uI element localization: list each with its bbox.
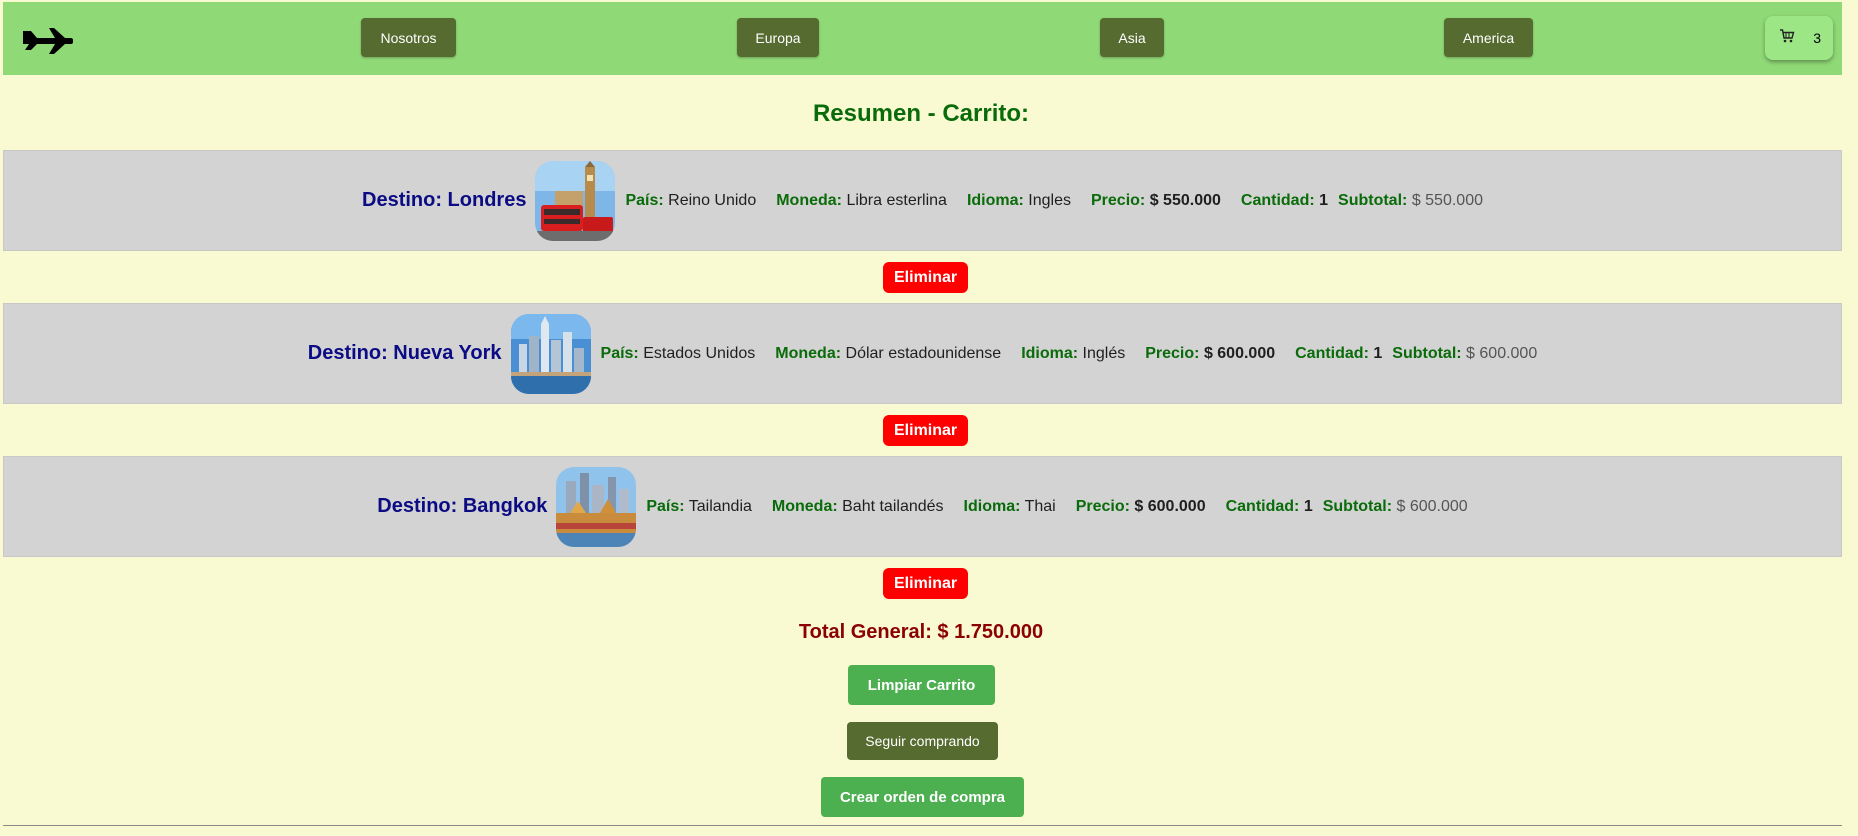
delete-item-button[interactable]: Eliminar: [883, 568, 969, 599]
nav-america-button[interactable]: America: [1444, 18, 1533, 57]
cart-item-row: Destino: Nueva York País: Estados Unidos…: [3, 303, 1842, 404]
destination-name: Destino: Londres: [362, 189, 527, 211]
navbar: Nosotros Europa Asia America 3: [3, 2, 1842, 75]
nav-asia-button[interactable]: Asia: [1100, 18, 1164, 57]
delete-item-button[interactable]: Eliminar: [883, 415, 969, 446]
field-moneda: Moneda: Dólar estadounidense: [775, 344, 1002, 362]
field-cantidad: Cantidad: 1: [1225, 497, 1313, 515]
field-precio: Precio: $ 550.000: [1091, 191, 1221, 209]
destination-image: [556, 466, 637, 547]
destination-name: Destino: Nueva York: [307, 342, 502, 364]
field-subtotal: Subtotal: $ 600.000: [1392, 344, 1538, 362]
nav-europa-button[interactable]: Europa: [737, 18, 819, 57]
destination-image: [535, 160, 616, 241]
page-title: Resumen - Carrito:: [812, 100, 1030, 127]
cart-button[interactable]: 3: [1765, 16, 1833, 60]
delete-item-button[interactable]: Eliminar: [883, 262, 969, 293]
continue-shopping-button[interactable]: Seguir comprando: [847, 722, 998, 760]
divider: [3, 825, 1842, 826]
nav-nosotros-button[interactable]: Nosotros: [361, 18, 456, 57]
field-pais: País: Tailandia: [646, 497, 752, 515]
cart-icon: [1779, 28, 1795, 48]
airplane-icon[interactable]: [21, 20, 74, 56]
field-cantidad: Cantidad: 1: [1295, 344, 1383, 362]
cart-item-row: Destino: Bangkok País: Tailandia Moneda:…: [3, 456, 1842, 557]
field-moneda: Moneda: Libra esterlina: [776, 191, 947, 209]
destination-image: [510, 313, 591, 394]
create-order-button[interactable]: Crear orden de compra: [821, 777, 1024, 817]
field-pais: País: Estados Unidos: [600, 344, 756, 362]
total-general: Total General: $ 1.750.000: [798, 621, 1044, 643]
destination-name: Destino: Bangkok: [377, 495, 548, 517]
field-precio: Precio: $ 600.000: [1145, 344, 1276, 362]
field-precio: Precio: $ 600.000: [1075, 497, 1206, 515]
field-subtotal: Subtotal: $ 550.000: [1338, 191, 1483, 209]
cart-item-row: Destino: Londres País: Reino Unido Moned…: [3, 150, 1842, 251]
cart-count-badge: 3: [1813, 30, 1821, 46]
field-idioma: Idioma: Thai: [963, 497, 1056, 515]
field-cantidad: Cantidad: 1: [1240, 191, 1329, 209]
field-idioma: Idioma: Ingles: [966, 191, 1071, 209]
field-idioma: Idioma: Inglés: [1021, 344, 1126, 362]
clear-cart-button[interactable]: Limpiar Carrito: [848, 665, 995, 705]
field-subtotal: Subtotal: $ 600.000: [1322, 497, 1468, 515]
field-moneda: Moneda: Baht tailandés: [771, 497, 944, 515]
field-pais: País: Reino Unido: [625, 191, 757, 209]
